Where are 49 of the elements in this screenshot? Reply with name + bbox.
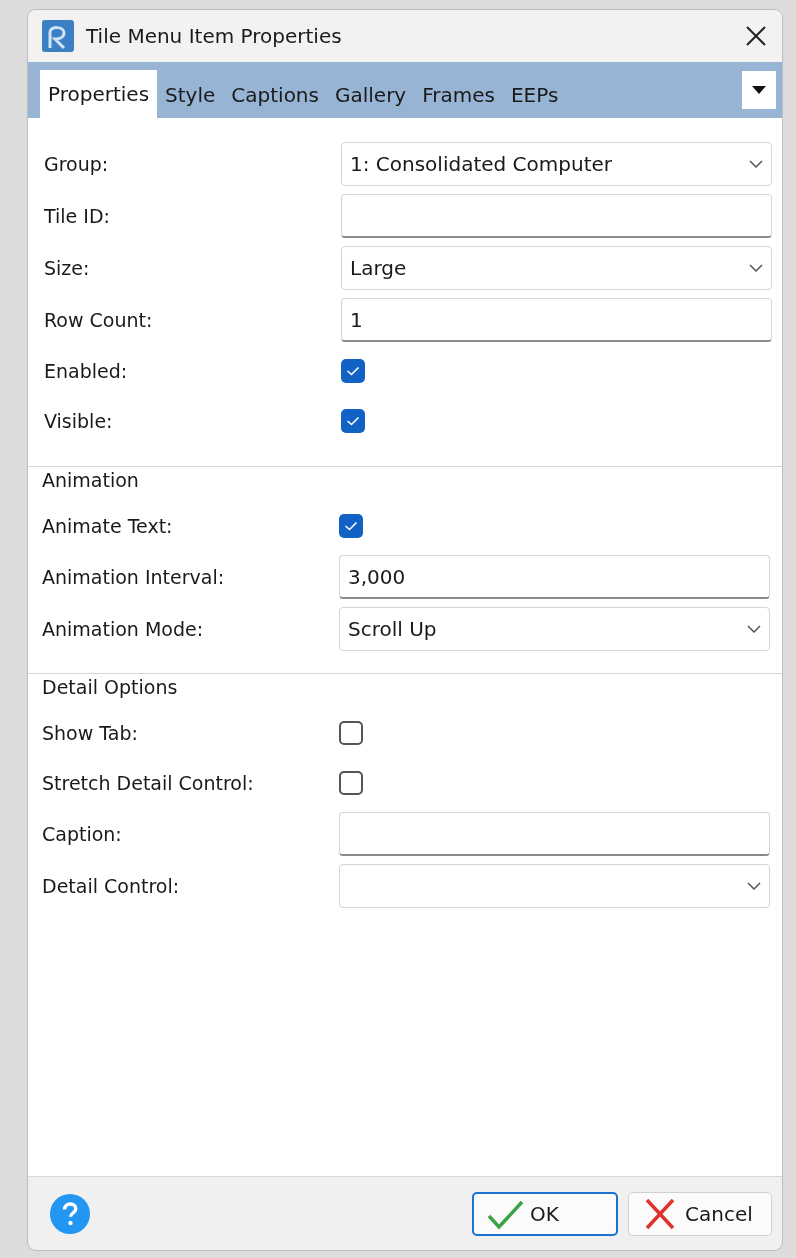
field-label: Caption: <box>42 823 123 845</box>
group-title: Detail Options <box>42 676 178 698</box>
input-field[interactable]: 1 <box>341 298 772 342</box>
tab[interactable]: Captions <box>223 72 327 118</box>
tab[interactable]: Gallery <box>326 72 415 118</box>
chevron-down-icon <box>749 264 763 272</box>
checkmark-icon <box>346 366 360 376</box>
dropdown-field[interactable] <box>339 864 770 908</box>
app-logo-icon <box>42 20 74 52</box>
checkbox[interactable] <box>341 359 365 383</box>
tab[interactable]: EEPs <box>502 72 567 118</box>
field-label: Enabled: <box>44 360 129 382</box>
checkbox[interactable] <box>339 771 363 795</box>
field-label: Show Tab: <box>42 722 139 744</box>
field-label: Stretch Detail Control: <box>42 772 255 794</box>
tab[interactable]: Properties <box>40 70 158 118</box>
chevron-down-icon <box>747 625 761 633</box>
field-label: Animation Interval: <box>42 566 226 588</box>
chevron-down-icon <box>749 160 763 168</box>
checkbox[interactable] <box>341 409 365 433</box>
field-label: Visible: <box>44 410 114 432</box>
dropdown-field[interactable]: Large <box>341 246 772 290</box>
window-title: Tile Menu Item Properties <box>86 24 343 48</box>
field-label: Detail Control: <box>42 875 181 897</box>
help-icon[interactable] <box>50 1193 90 1234</box>
field-label: Animation Mode: <box>42 618 205 640</box>
checkbox[interactable] <box>339 721 363 745</box>
tab-menu-button[interactable] <box>742 71 776 109</box>
input-field[interactable]: 3,000 <box>339 555 770 599</box>
checkbox[interactable] <box>339 514 363 538</box>
checkmark-icon <box>346 416 360 426</box>
tab[interactable]: Frames <box>414 72 503 118</box>
group-title: Animation <box>42 469 139 491</box>
dropdown-field[interactable]: Scroll Up <box>339 607 770 651</box>
cancel-button[interactable]: Cancel <box>628 1191 772 1236</box>
input-field[interactable] <box>339 812 770 856</box>
field-label: Group: <box>44 153 110 175</box>
field-label: Tile ID: <box>44 205 111 227</box>
chevron-down-icon <box>747 882 761 890</box>
input-field[interactable] <box>341 194 772 238</box>
ok-button[interactable]: OK <box>472 1191 618 1236</box>
close-icon[interactable] <box>744 24 768 48</box>
field-label: Size: <box>44 257 91 279</box>
tab[interactable]: Style <box>157 72 224 118</box>
checkmark-icon <box>344 521 358 531</box>
field-label: Row Count: <box>44 309 154 331</box>
dropdown-field[interactable]: 1: Consolidated Computer <box>341 142 772 186</box>
field-label: Animate Text: <box>42 515 174 537</box>
triangle-down-icon <box>752 86 766 94</box>
